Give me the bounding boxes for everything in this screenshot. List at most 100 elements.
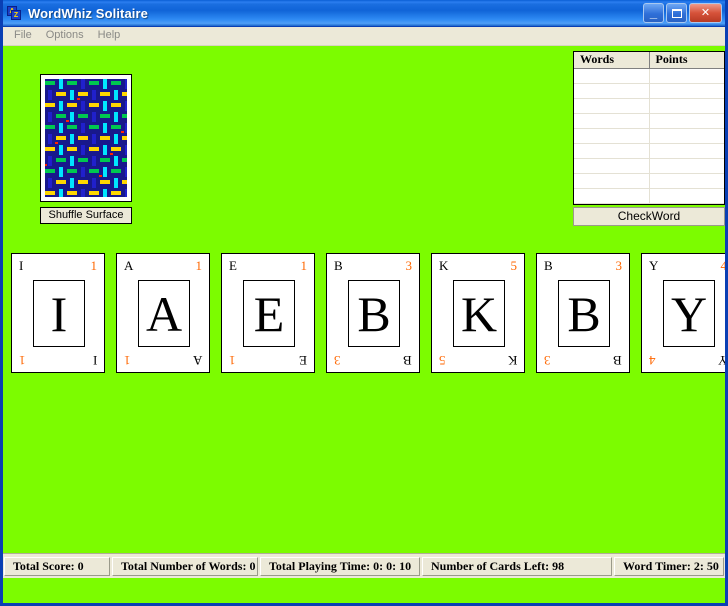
maximize-button[interactable]	[666, 3, 687, 23]
word-list-grid[interactable]: Words Points	[573, 51, 725, 205]
shuffle-surface-button[interactable]: Shuffle Surface	[40, 207, 132, 224]
weave-bar	[81, 123, 85, 133]
card-center-box: K	[453, 280, 505, 347]
minimize-button[interactable]: _	[643, 3, 664, 23]
weave-bar	[67, 191, 77, 195]
cell-word	[574, 69, 649, 83]
playing-card[interactable]: K55KK	[431, 253, 525, 373]
table-row[interactable]	[574, 69, 724, 84]
weave-bar	[114, 112, 118, 122]
playing-card[interactable]: I 1 1 I I	[11, 253, 105, 373]
weave-bar	[81, 79, 85, 89]
cell-word	[574, 144, 649, 158]
check-word-button[interactable]: CheckWord	[573, 207, 725, 226]
cell-word	[574, 99, 649, 113]
weave-bar	[45, 81, 55, 85]
card-center-box: B	[558, 280, 610, 347]
playing-card[interactable]: B33BB	[536, 253, 630, 373]
menu-bar: File Options Help	[3, 27, 725, 46]
card-points-bottom-left: 1	[229, 353, 236, 368]
weave-bar	[122, 92, 127, 96]
weave-bar	[92, 156, 96, 166]
weave-accent	[99, 175, 102, 177]
table-row[interactable]	[574, 144, 724, 159]
card-center-box: A	[138, 280, 190, 347]
weave-bar	[56, 136, 66, 140]
weave-bar	[111, 81, 121, 85]
deck-card-back[interactable]	[40, 74, 132, 202]
weave-bar	[125, 167, 127, 177]
table-row[interactable]	[574, 129, 724, 144]
weave-bar	[114, 90, 118, 100]
menu-item-help[interactable]: Help	[91, 28, 128, 44]
card-letter-bottom-right: A	[192, 353, 202, 368]
weave-bar	[92, 134, 96, 144]
playing-card[interactable]: E11EE	[221, 253, 315, 373]
card-center-box: Y	[663, 280, 715, 347]
weave-bar	[81, 189, 85, 197]
status-total-words: Total Number of Words: 0	[112, 556, 258, 576]
table-row[interactable]	[574, 99, 724, 114]
weave-bar	[70, 134, 74, 144]
weave-bar	[81, 167, 85, 177]
word-list-rows	[574, 69, 724, 204]
table-row[interactable]	[574, 159, 724, 174]
weave-bar	[111, 169, 121, 173]
card-center-box: E	[243, 280, 295, 347]
status-cards-left: Number of Cards Left: 98	[422, 556, 612, 576]
weave-bar	[67, 103, 77, 107]
card-letter-top-left: Y	[649, 258, 659, 273]
card-points-top-right: 5	[510, 258, 518, 273]
weave-bar	[125, 145, 127, 155]
status-total-score: Total Score: 0	[4, 556, 110, 576]
card-center-letter: B	[357, 285, 391, 342]
weave-bar	[89, 191, 99, 195]
weave-bar	[78, 180, 88, 184]
weave-bar	[78, 136, 88, 140]
weave-bar	[125, 79, 127, 89]
weave-bar	[70, 156, 74, 166]
weave-bar	[89, 147, 99, 151]
weave-bar	[111, 103, 121, 107]
playing-card[interactable]: B33BB	[326, 253, 420, 373]
weave-bar	[78, 114, 88, 118]
card-center-letter: B	[567, 285, 601, 342]
card-letter-top-left: B	[334, 258, 343, 273]
weave-bar	[92, 90, 96, 100]
playing-card[interactable]: Y44YY	[641, 253, 725, 373]
card-center-box: B	[348, 280, 400, 347]
table-row[interactable]	[574, 189, 724, 204]
cell-word	[574, 159, 649, 173]
weave-accent	[110, 153, 113, 155]
weave-bar	[114, 156, 118, 166]
weave-bar	[125, 189, 127, 197]
table-row[interactable]	[574, 174, 724, 189]
status-word-timer: Word Timer: 2: 50	[614, 556, 724, 576]
card-center-letter: E	[253, 285, 285, 342]
card-center-letter: K	[460, 285, 498, 342]
close-button[interactable]: ✕	[689, 3, 722, 23]
word-list-panel: Words Points CheckWord	[573, 51, 725, 226]
card-points-top-right: 1	[90, 258, 98, 273]
weave-bar	[45, 169, 55, 173]
play-surface: Shuffle Surface Words Points CheckWord I…	[3, 46, 725, 578]
weave-bar	[70, 112, 74, 122]
menu-item-options[interactable]: Options	[39, 28, 91, 44]
card-points-bottom-left: 4	[649, 353, 656, 368]
weave-accent	[66, 120, 69, 122]
weave-bar	[45, 125, 55, 129]
card-letter-bottom-right: E	[299, 353, 307, 368]
card-points-top-right: 1	[300, 258, 308, 273]
weave-bar	[100, 158, 110, 162]
cell-word	[574, 174, 649, 188]
card-letter-bottom-right: K	[507, 353, 517, 368]
maximize-icon	[667, 4, 686, 22]
table-row[interactable]	[574, 84, 724, 99]
menu-item-file[interactable]: File	[7, 28, 39, 44]
playing-card[interactable]: A11AA	[116, 253, 210, 373]
card-points-bottom-left: 5	[439, 353, 446, 368]
icon-letter-z: Z	[11, 9, 21, 20]
deck-area: Shuffle Surface	[40, 74, 132, 224]
card-center-box: I	[33, 280, 85, 347]
table-row[interactable]	[574, 114, 724, 129]
